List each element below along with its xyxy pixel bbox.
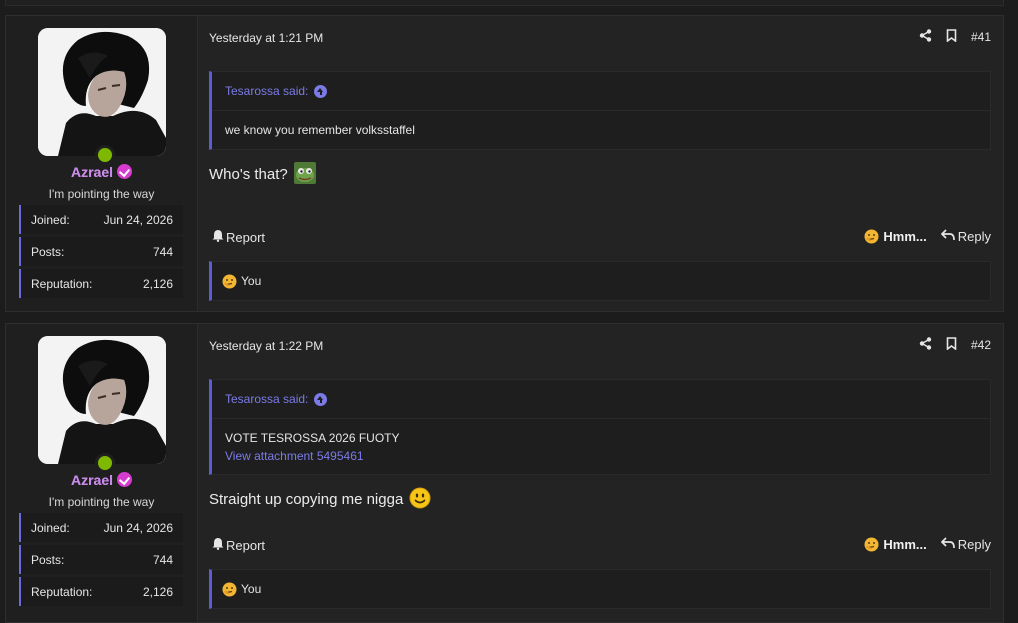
quote-author-link[interactable]: Tesarossa said: [225,392,308,406]
stat-reputation: Reputation: 2,126 [19,269,183,298]
online-status-indicator [95,453,115,473]
reply-button[interactable]: Reply [940,229,991,244]
previous-post-edge [5,0,1004,6]
react-hmm-button[interactable]: Hmm... [864,537,927,552]
user-info-panel: Azrael I'm pointing the way Joined: Jun 2… [6,324,198,622]
verified-badge-icon [117,472,133,487]
verified-badge-icon [117,164,133,179]
avatar[interactable] [38,28,166,156]
thinking-face-icon [864,537,879,552]
quote-text: we know you remember volksstaffel [225,123,415,137]
post-message: Who's that? [209,162,316,184]
pepe-emoji-icon [293,162,316,184]
post-42: Azrael I'm pointing the way Joined: Jun 2… [5,323,1004,623]
bookmark-icon[interactable] [946,337,957,353]
avatar[interactable] [38,336,166,464]
quote-author-link[interactable]: Tesarossa said: [225,84,308,98]
reactions-bar[interactable]: You [209,569,991,609]
stat-posts: Posts: 744 [19,545,183,574]
share-icon[interactable] [919,337,932,353]
bookmark-icon[interactable] [946,29,957,45]
go-to-quoted-post-icon[interactable] [314,84,328,98]
reply-button[interactable]: Reply [940,537,991,552]
user-stats: Joined: Jun 24, 2026 Posts: 744 Reputation… [19,205,183,301]
bell-icon [212,537,224,553]
stat-posts: Posts: 744 [19,237,183,266]
smile-emoji-icon [409,487,431,509]
user-stats: Joined: Jun 24, 2026 Posts: 744 Reputation… [19,513,183,609]
user-title: I'm pointing the way [48,187,155,201]
stat-joined: Joined: Jun 24, 2026 [19,513,183,542]
username-link[interactable]: Azrael [71,472,113,488]
react-hmm-button[interactable]: Hmm... [864,229,927,244]
stat-reputation: Reputation: 2,126 [19,577,183,606]
thinking-face-icon [222,274,237,289]
user-title: I'm pointing the way [48,495,155,509]
reply-arrow-icon [940,229,955,244]
view-attachment-link[interactable]: View attachment 5495461 [225,447,977,465]
post-number-link[interactable]: #41 [971,30,991,44]
quote-block: Tesarossa said: VOTE TESROSSA 2026 FUOTY… [209,379,991,475]
post-number-link[interactable]: #42 [971,338,991,352]
quote-text: VOTE TESROSSA 2026 FUOTY [225,431,400,445]
reactions-bar[interactable]: You [209,261,991,301]
quote-block: Tesarossa said: we know you remember vol… [209,71,991,150]
thinking-face-icon [864,229,879,244]
post-date[interactable]: Yesterday at 1:21 PM [209,31,323,45]
online-status-indicator [95,145,115,165]
share-icon[interactable] [919,29,932,45]
username-link[interactable]: Azrael [71,164,113,180]
reactions-users: You [241,274,262,288]
report-button[interactable]: Report [212,537,265,553]
bell-icon [212,229,224,245]
user-info-panel: Azrael I'm pointing the way Joined: Jun 2… [6,16,198,311]
stat-joined: Joined: Jun 24, 2026 [19,205,183,234]
report-button[interactable]: Report [212,229,265,245]
reactions-users: You [241,582,262,596]
post-41: Azrael I'm pointing the way Joined: Jun 2… [5,15,1004,312]
post-message: Straight up copying me nigga [209,487,431,509]
thinking-face-icon [222,582,237,597]
go-to-quoted-post-icon[interactable] [314,392,328,406]
post-date[interactable]: Yesterday at 1:22 PM [209,339,323,353]
reply-arrow-icon [940,537,955,552]
